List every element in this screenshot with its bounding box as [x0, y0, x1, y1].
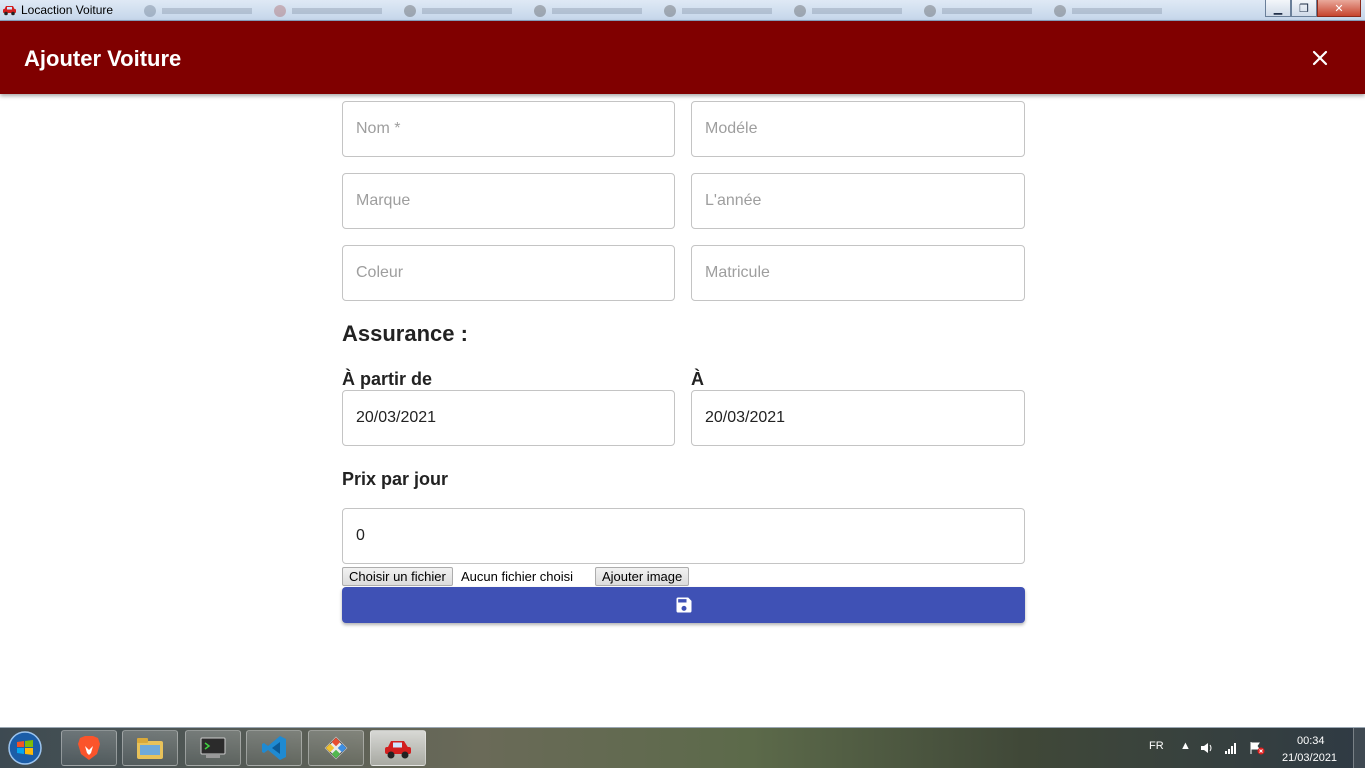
taskbar-location-voiture[interactable] [370, 730, 426, 766]
volume-icon[interactable] [1200, 741, 1214, 755]
from-date-label: À partir de [342, 369, 433, 389]
action-center-flag-icon[interactable] [1249, 741, 1265, 755]
car-app-icon [385, 741, 411, 759]
window-close-button[interactable]: ✕ [1317, 0, 1361, 17]
minimize-button[interactable]: ▁ [1265, 0, 1291, 17]
brave-browser-icon [78, 736, 100, 760]
matricule-input[interactable] [691, 245, 1025, 301]
taskbar-git[interactable] [308, 730, 364, 766]
taskbar-vscode[interactable] [246, 730, 302, 766]
assurance-heading: Assurance : [342, 321, 468, 346]
background-tabs-ghost [144, 5, 1162, 17]
assurance-to-date-input[interactable] [691, 390, 1025, 446]
clock-time[interactable]: 00:34 [1297, 735, 1325, 747]
clock-date[interactable]: 21/03/2021 [1282, 752, 1337, 764]
nom-input[interactable] [342, 101, 675, 157]
taskbar-explorer[interactable] [122, 730, 178, 766]
show-hidden-icons-icon[interactable]: ▲ [1180, 740, 1191, 752]
vscode-icon [262, 736, 286, 760]
to-date-label: À [691, 369, 704, 389]
save-button[interactable] [342, 587, 1025, 623]
os-taskbar: FR ▲ 00:34 21/03/2021 [0, 727, 1365, 768]
maximize-button[interactable]: ❐ [1291, 0, 1317, 17]
price-label: Prix par jour [342, 469, 449, 489]
add-image-button[interactable]: Ajouter image [595, 567, 690, 586]
file-status-text: Aucun fichier choisi [461, 569, 573, 584]
assurance-from-date-input[interactable] [342, 390, 675, 446]
modele-input[interactable] [691, 101, 1025, 157]
file-explorer-icon [137, 738, 163, 759]
windows-start-icon[interactable] [4, 730, 46, 766]
language-indicator[interactable]: FR [1149, 740, 1164, 752]
window-title: Locaction Voiture [21, 3, 114, 17]
terminal-icon [200, 737, 226, 758]
window-controls: ▁ ❐ ✕ [1265, 0, 1361, 18]
taskbar-brave[interactable] [61, 730, 117, 766]
git-icon [324, 736, 348, 760]
car-icon [3, 6, 16, 16]
network-icon[interactable] [1224, 741, 1238, 755]
taskbar-terminal[interactable] [185, 730, 241, 766]
coleur-input[interactable] [342, 245, 675, 301]
choose-file-button[interactable]: Choisir un fichier [342, 567, 453, 586]
save-icon [676, 597, 691, 613]
price-input[interactable] [342, 508, 1025, 564]
window-titlebar: Locaction Voiture ▁ ❐ ✕ [0, 0, 1365, 21]
marque-input[interactable] [342, 173, 675, 229]
close-icon[interactable] [1308, 46, 1332, 70]
annee-input[interactable] [691, 173, 1025, 229]
show-desktop-button[interactable] [1353, 728, 1365, 768]
dialog-title: Ajouter Voiture [24, 46, 182, 71]
dialog-header: Ajouter Voiture [0, 21, 1365, 94]
